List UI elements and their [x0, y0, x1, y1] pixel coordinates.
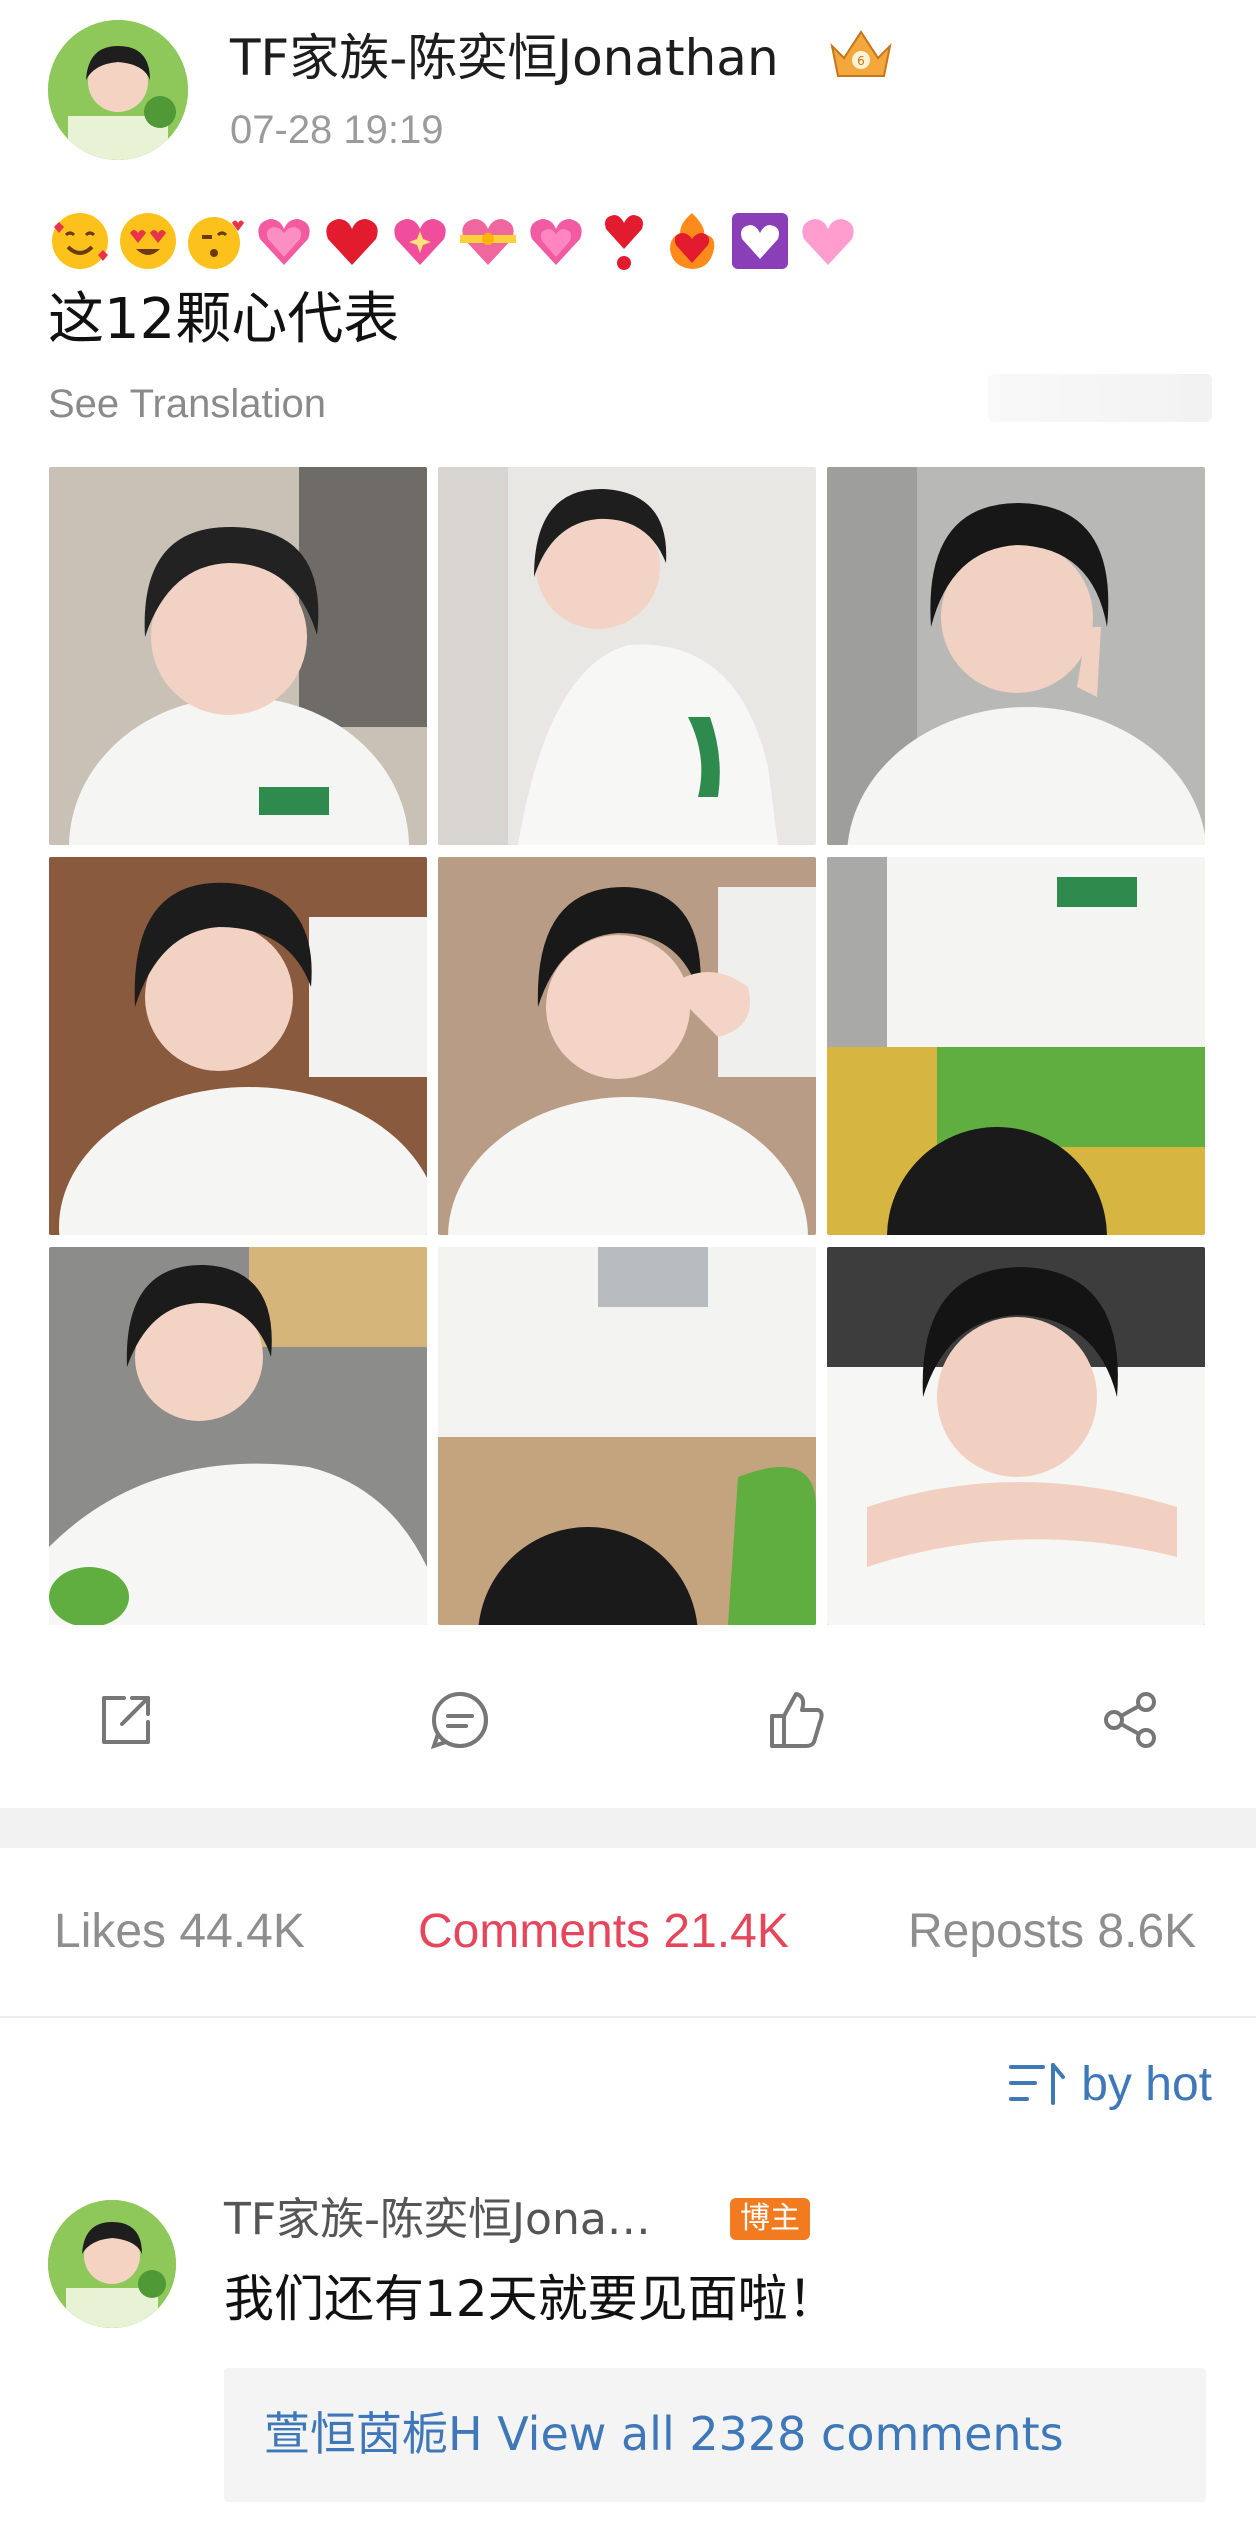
tab-reposts[interactable]: Reposts 8.6K	[908, 1900, 1196, 1964]
heart-eyes-face-icon	[120, 213, 176, 269]
watermark	[988, 374, 1212, 422]
red-heart-icon	[326, 219, 378, 265]
emoji-row	[48, 206, 860, 276]
sort-by-hot-button[interactable]: by hot	[1009, 2052, 1212, 2116]
photo-3[interactable]	[827, 467, 1205, 845]
sort-label: by hot	[1081, 2057, 1212, 2111]
share-out-icon[interactable]	[94, 1688, 158, 1752]
action-bar	[0, 1660, 1256, 1780]
stats-tabs: Likes 44.4K Comments 21.4K Reposts 8.6K	[0, 1848, 1256, 2018]
comment-text: 我们还有12天就要见面啦！	[224, 2270, 838, 2328]
share-nodes-icon[interactable]	[1098, 1688, 1162, 1752]
heart-with-ribbon-icon	[460, 219, 516, 265]
thumbs-up-icon[interactable]	[764, 1688, 828, 1752]
photo-grid	[49, 467, 1205, 1625]
photo-9[interactable]	[827, 1247, 1205, 1625]
smiling-face-with-hearts-icon	[52, 213, 108, 269]
photo-7[interactable]	[49, 1247, 427, 1625]
view-all-replies-button[interactable]: 萱恒茵栀H View all 2328 comments	[224, 2368, 1206, 2502]
tab-comments[interactable]: Comments 21.4K	[418, 1900, 789, 1964]
sparkling-heart-icon	[394, 219, 446, 265]
svg-text:6: 6	[857, 54, 865, 68]
comment-bubble-icon[interactable]	[428, 1688, 492, 1752]
tab-likes[interactable]: Likes 44.4K	[54, 1900, 305, 1964]
author-avatar[interactable]	[48, 20, 188, 160]
kissing-face-with-heart-icon	[188, 217, 244, 269]
photo-8[interactable]	[438, 1247, 816, 1625]
commenter-name[interactable]: TF家族-陈奕恒Jona…	[224, 2190, 651, 2250]
heart-exclamation-icon	[605, 215, 643, 270]
white-heart-box-icon	[732, 213, 788, 269]
author-name[interactable]: TF家族-陈奕恒Jonathan	[230, 26, 779, 90]
photo-4[interactable]	[49, 857, 427, 1235]
two-hearts-icon	[530, 219, 582, 265]
sort-lines-icon	[1009, 2063, 1066, 2105]
post-text: 这12颗心代表	[48, 287, 400, 352]
crown-badge-icon[interactable]: 6	[826, 24, 896, 84]
photo-1[interactable]	[49, 467, 427, 845]
growing-heart-icon	[258, 219, 310, 265]
section-divider	[0, 1808, 1256, 1848]
author-badge: 博主	[730, 2198, 810, 2240]
photo-5[interactable]	[438, 857, 816, 1235]
replies-label: 萱恒茵栀H View all 2328 comments	[264, 2407, 1064, 2461]
photo-6[interactable]	[827, 857, 1205, 1235]
commenter-avatar[interactable]	[48, 2200, 176, 2328]
post-header: TF家族-陈奕恒Jonathan 6 07-28 19:19	[0, 0, 1256, 180]
comment-item: TF家族-陈奕恒Jona… 博主 我们还有12天就要见面啦！ 萱恒茵栀H Vie…	[0, 2180, 1256, 2544]
heart-on-fire-icon	[670, 213, 715, 269]
post-timestamp: 07-28 19:19	[230, 108, 444, 152]
pink-heart-icon	[802, 219, 854, 265]
see-translation-link[interactable]: See Translation	[48, 376, 326, 432]
photo-2[interactable]	[438, 467, 816, 845]
